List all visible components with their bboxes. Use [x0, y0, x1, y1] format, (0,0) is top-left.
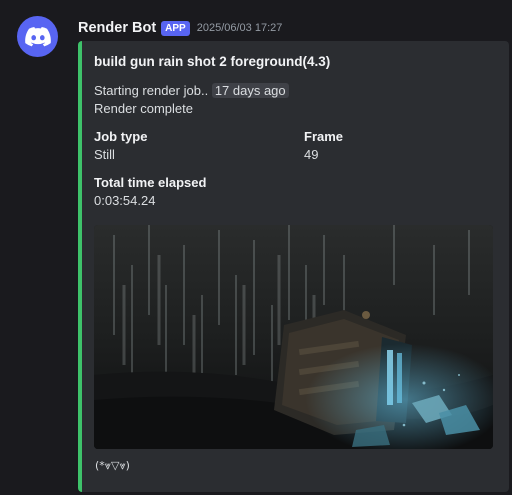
relative-timestamp[interactable]: 17 days ago: [211, 83, 289, 98]
field-value: Still: [94, 147, 115, 162]
field-name: Job type: [94, 129, 148, 144]
render-scene: [94, 225, 493, 449]
description-line-2: Render complete: [94, 101, 193, 116]
message-timestamp: 2025/06/03 17:27: [196, 22, 283, 34]
field-value: 0:03:54.24: [94, 193, 156, 208]
field-name: Total time elapsed: [94, 175, 207, 190]
embed-description: Starting render job.. 17 days ago Render…: [94, 82, 495, 118]
embed-title: build gun rain shot 2 foreground(4.3): [94, 54, 331, 69]
field-name: Frame: [304, 129, 344, 144]
field-frame: Frame 49: [304, 128, 495, 164]
bot-avatar[interactable]: [17, 16, 58, 57]
render-embed: build gun rain shot 2 foreground(4.3) St…: [78, 41, 509, 492]
message-header: Render Bot APP 2025/06/03 17:27: [78, 18, 282, 38]
field-job-type: Job type Still: [94, 128, 304, 164]
author-name[interactable]: Render Bot: [78, 20, 156, 36]
chat-message: Render Bot APP 2025/06/03 17:27 build gu…: [0, 0, 512, 495]
render-preview-image[interactable]: [94, 225, 493, 449]
description-line-1: Starting render job.. 17 days ago: [94, 82, 495, 100]
description-prefix: Starting render job..: [94, 83, 209, 98]
embed-footer: (*⩔▽⩔): [95, 459, 130, 472]
app-badge: APP: [161, 20, 190, 36]
embed-fields: Job type Still Frame 49 Total time elaps…: [94, 128, 495, 210]
field-total-time: Total time elapsed 0:03:54.24: [94, 174, 304, 210]
discord-logo-icon: [24, 26, 51, 46]
field-value: 49: [304, 147, 319, 162]
